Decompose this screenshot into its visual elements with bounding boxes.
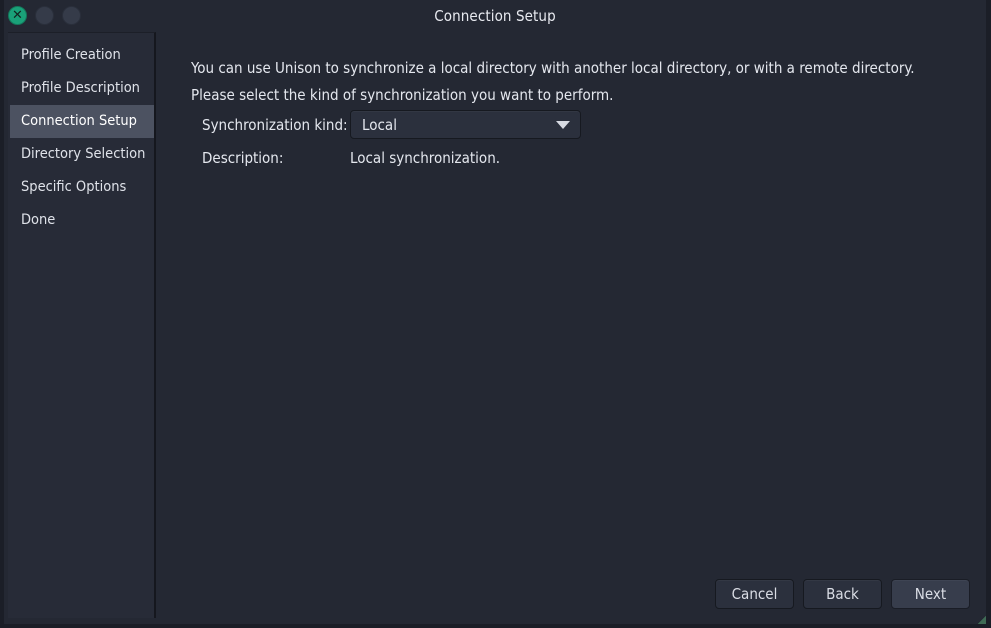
main-content: You can use Unison to synchronize a loca… <box>156 32 981 620</box>
application-window: ✕ Connection Setup Profile Creation Prof… <box>0 0 991 628</box>
title-bar[interactable]: ✕ Connection Setup <box>4 0 986 32</box>
description-row: Description: Local synchronization. <box>202 143 581 172</box>
button-bar: Cancel Back Next <box>715 579 970 609</box>
back-button[interactable]: Back <box>803 579 882 609</box>
synchronization-kind-select[interactable]: Local <box>350 110 581 139</box>
chevron-down-icon <box>556 120 570 129</box>
intro-line-2: Please select the kind of synchronizatio… <box>191 86 614 104</box>
sidebar-item-directory-selection[interactable]: Directory Selection <box>10 138 152 171</box>
description-label: Description: <box>202 148 284 167</box>
synchronization-kind-row: Synchronization kind: Local <box>202 110 581 139</box>
sidebar-item-profile-creation[interactable]: Profile Creation <box>10 39 152 72</box>
sidebar-item-profile-description[interactable]: Profile Description <box>10 72 152 105</box>
window-title: Connection Setup <box>434 7 556 25</box>
description-value: Local synchronization. <box>350 148 501 167</box>
resize-grip[interactable] <box>978 616 986 624</box>
synchronization-kind-label: Synchronization kind: <box>202 115 348 134</box>
sidebar-item-specific-options[interactable]: Specific Options <box>10 171 152 204</box>
next-button[interactable]: Next <box>891 579 970 609</box>
sidebar-item-done[interactable]: Done <box>10 204 152 237</box>
sidebar-item-connection-setup[interactable]: Connection Setup <box>10 105 154 138</box>
synchronization-kind-value: Local <box>362 115 397 134</box>
wizard-step-sidebar: Profile Creation Profile Description Con… <box>8 32 156 618</box>
intro-line-1: You can use Unison to synchronize a loca… <box>191 59 915 77</box>
intro-text: You can use Unison to synchronize a loca… <box>191 55 931 109</box>
cancel-button[interactable]: Cancel <box>715 579 794 609</box>
connection-form: Synchronization kind: Local Description:… <box>202 110 581 176</box>
